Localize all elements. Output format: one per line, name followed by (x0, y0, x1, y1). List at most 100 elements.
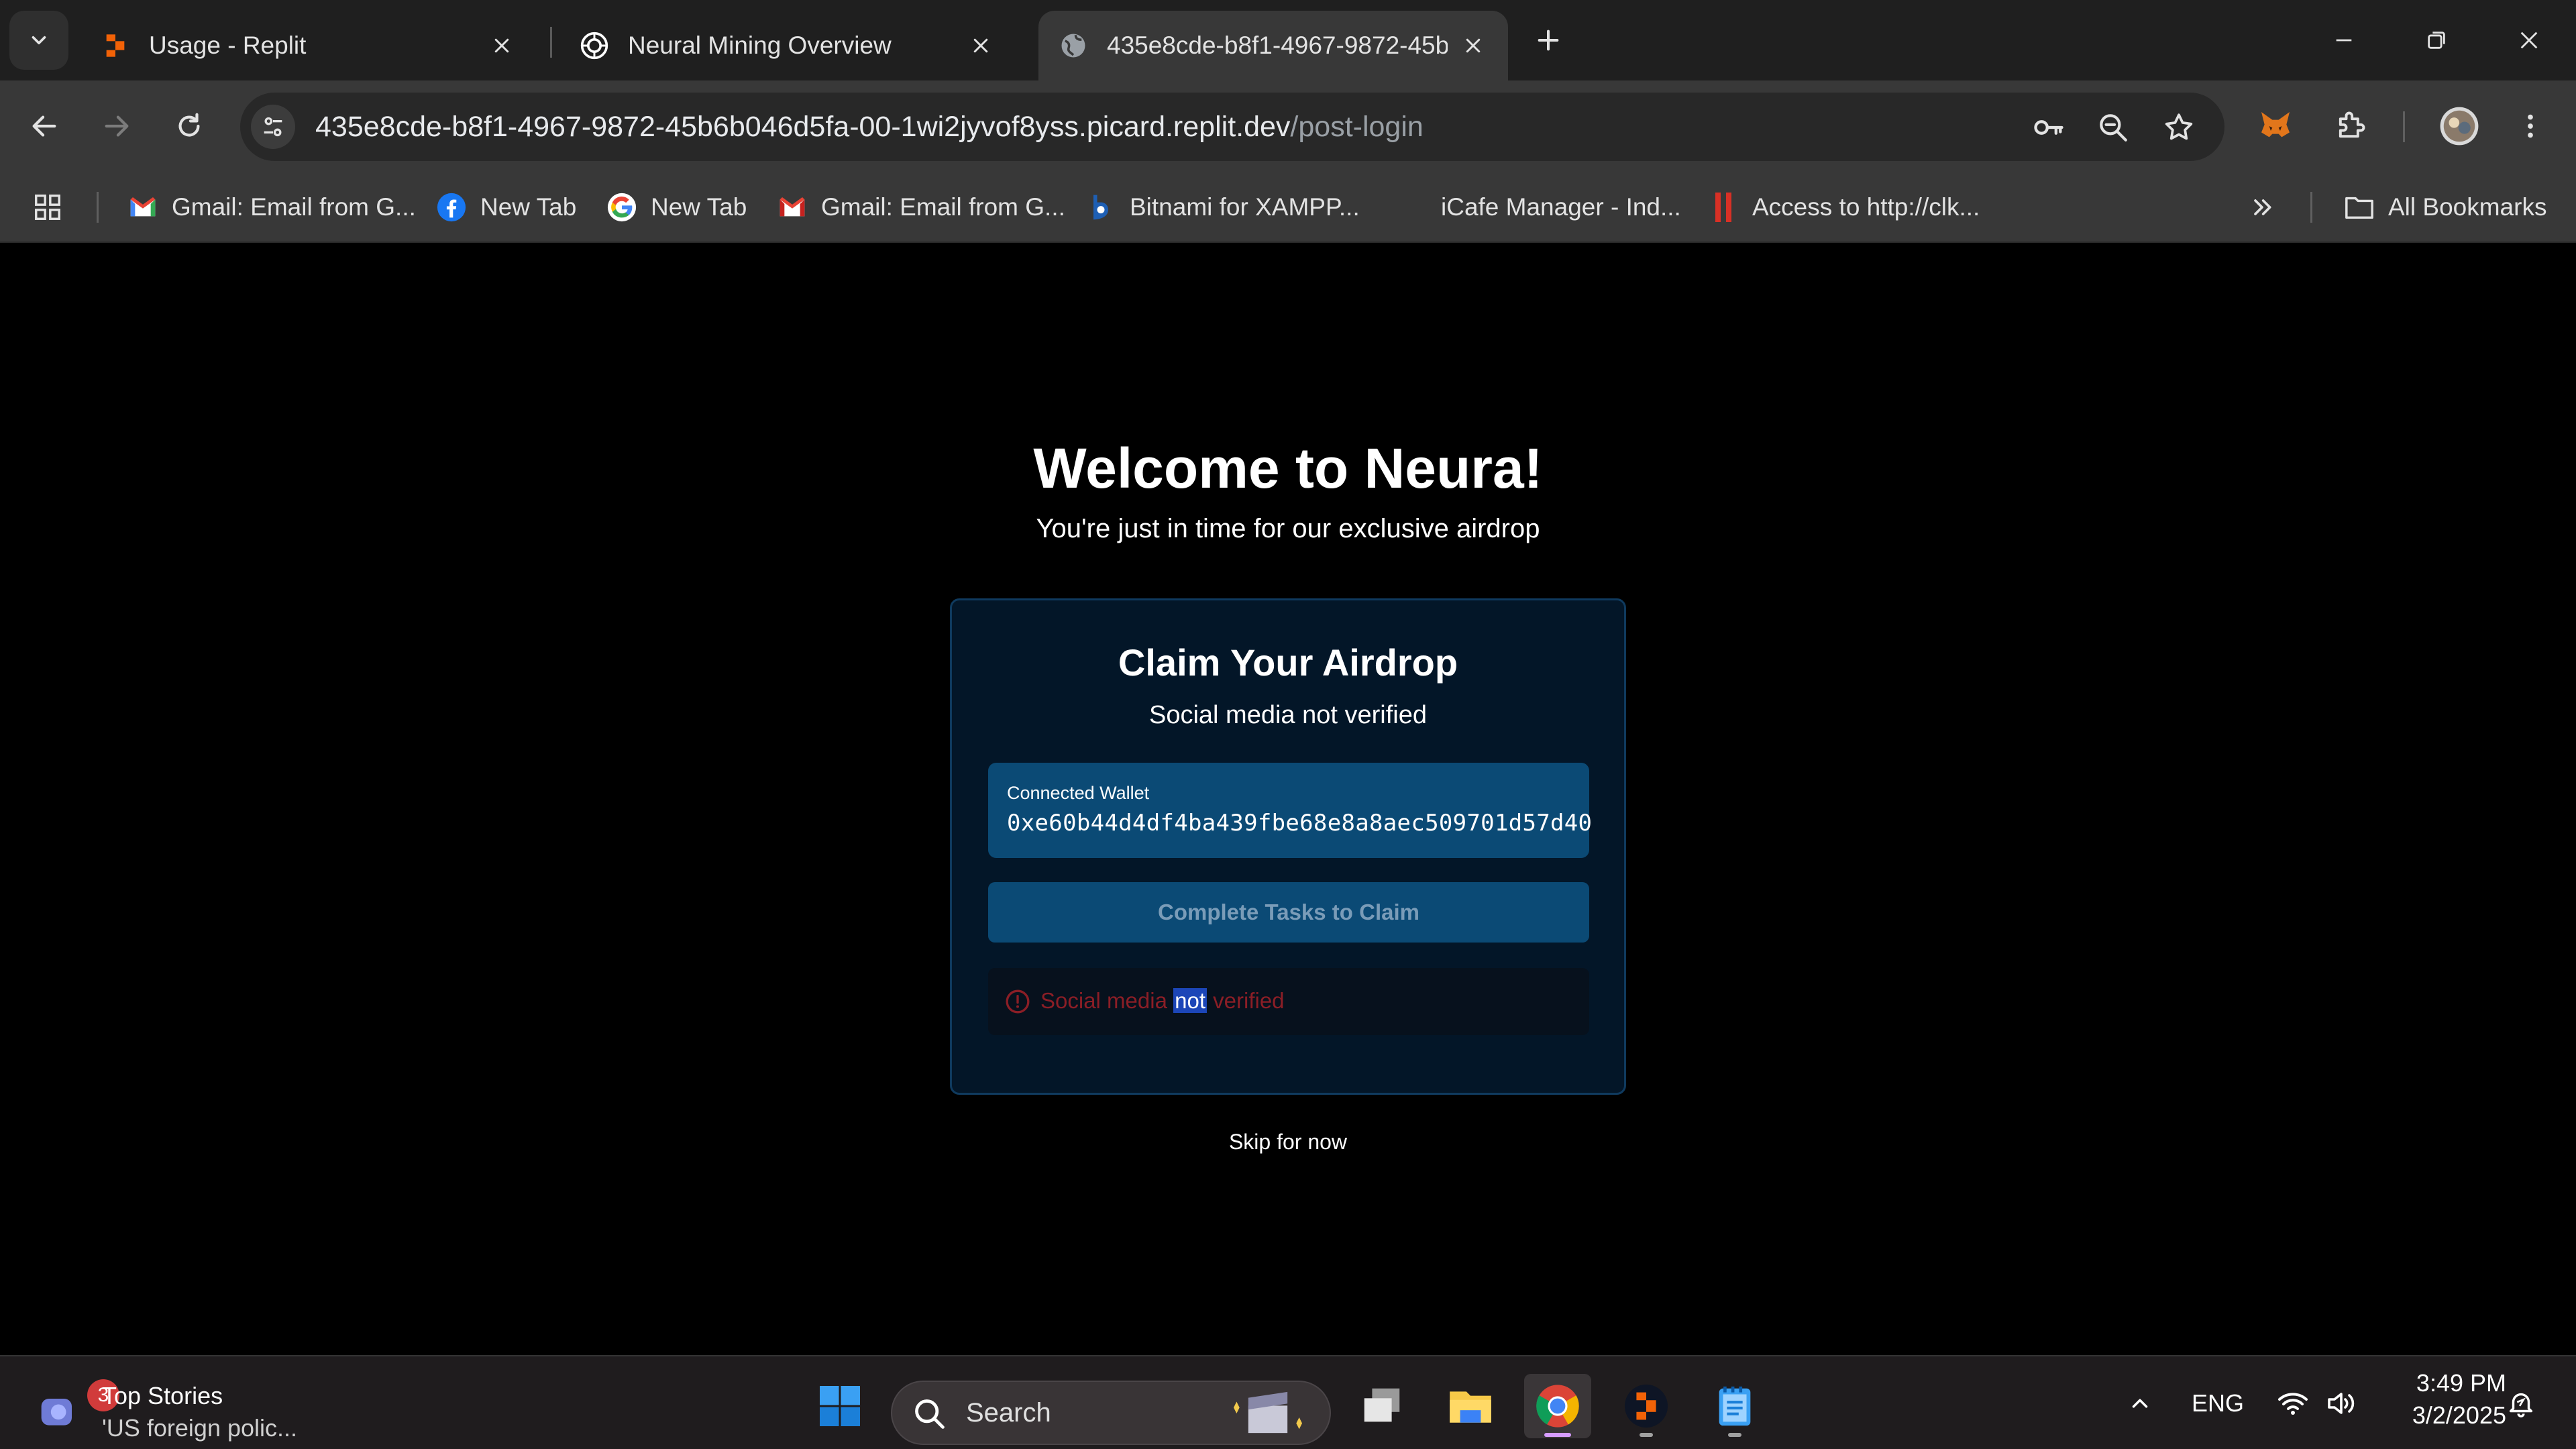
metamask-fox-icon (2261, 112, 2290, 138)
new-tab-button[interactable] (1528, 20, 1568, 60)
restore-button[interactable] (2415, 19, 2458, 62)
system-clock[interactable]: 3:49 PM 3/2/2025 (2372, 1367, 2506, 1432)
bookmark-icafe-manager[interactable]: iCafe Manager - Ind... (1397, 188, 1681, 227)
browser-toolbar: 435e8cde-b8f1-4967-9872-45b6b046d5fa-00-… (0, 80, 2576, 172)
task-view-icon (1364, 1388, 1400, 1422)
error-text-before: Social media (1040, 988, 1174, 1013)
tune-icon (264, 117, 282, 137)
browser-tab-strip: Usage - Replit Neural Mining Overview 43… (0, 0, 2576, 80)
folder-icon (1450, 1391, 1491, 1423)
browser-menu-button[interactable] (2508, 103, 2553, 149)
bookmark-label: New Tab (480, 193, 577, 221)
all-bookmarks-button[interactable]: All Bookmarks (2344, 188, 2546, 227)
close-tab-icon[interactable] (487, 31, 517, 60)
bookmarks-bar: Gmail: Email from G... New Tab New Tab G… (0, 172, 2576, 243)
google-icon (606, 192, 637, 223)
clapperboard-icon (1233, 1391, 1303, 1434)
bookmark-gmail-2[interactable]: Gmail: Email from G... (777, 188, 1065, 227)
close-tab-icon[interactable] (966, 31, 996, 60)
password-key-button[interactable] (2030, 109, 2068, 146)
plus-icon (1538, 30, 1559, 51)
back-button[interactable] (21, 103, 67, 149)
chevron-up-icon (2132, 1399, 2148, 1408)
search-icon (915, 1399, 945, 1429)
bookmark-bitnami[interactable]: Bitnami for XAMPP... (1085, 188, 1360, 227)
running-indicator (1640, 1433, 1653, 1437)
forward-button[interactable] (94, 103, 140, 149)
extensions-button[interactable] (2328, 103, 2373, 149)
connected-wallet-box: Connected Wallet 0xe60b44d4df4ba439fbe68… (988, 763, 1592, 858)
address-bar[interactable]: 435e8cde-b8f1-4967-9872-45b6b046d5fa-00-… (240, 93, 2224, 161)
bookmark-gmail-1[interactable]: Gmail: Email from G... (127, 188, 416, 227)
tab-search-button[interactable] (9, 11, 68, 70)
tab-separator (550, 27, 552, 58)
bookmark-star-button[interactable] (2160, 109, 2198, 146)
replit-taskbar-button[interactable] (1613, 1374, 1680, 1438)
red-bars-icon (1708, 192, 1739, 223)
key-icon (2034, 120, 2063, 135)
zoom-out-icon (2100, 114, 2127, 142)
error-message-box: Social media not verified (988, 968, 1589, 1035)
chrome-taskbar-button[interactable] (1524, 1374, 1591, 1438)
show-hidden-icons-button[interactable] (2120, 1377, 2160, 1430)
arrow-left-icon (32, 115, 56, 137)
clock-time: 3:49 PM (2416, 1369, 2506, 1397)
url-host: 435e8cde-b8f1-4967-9872-45b6b046d5fa-00-… (315, 111, 1291, 143)
welcome-subtitle: You're just in time for our exclusive ai… (1036, 514, 1540, 543)
input-language-indicator[interactable]: ENG (2184, 1377, 2251, 1430)
alert-circle-icon (1006, 989, 1030, 1014)
skip-for-now-link[interactable]: Skip for now (1229, 1130, 1347, 1154)
wifi-status[interactable] (2273, 1377, 2313, 1430)
zoom-button[interactable] (2094, 109, 2132, 146)
metamask-extension-button[interactable] (2253, 103, 2298, 149)
tab-title: Neural Mining Overview (628, 32, 892, 59)
tab-usage-replit[interactable]: Usage - Replit (80, 11, 537, 80)
bookmarks-separator (97, 192, 99, 223)
restore-icon (2428, 32, 2445, 49)
close-window-button[interactable] (2508, 19, 2551, 62)
reload-button[interactable] (166, 103, 212, 149)
site-settings-button[interactable] (251, 105, 295, 149)
notepad-icon (1719, 1386, 1751, 1426)
complete-tasks-button[interactable]: Complete Tasks to Claim (988, 882, 1589, 943)
verification-status: Social media not verified (1149, 701, 1427, 729)
double-chevron-right-icon (2254, 199, 2271, 215)
task-view-button[interactable] (1348, 1374, 1415, 1438)
tab-title: Usage - Replit (149, 32, 307, 59)
folder-icon (2344, 192, 2375, 223)
close-tab-icon[interactable] (1458, 31, 1488, 60)
running-indicator (1544, 1433, 1571, 1437)
notepad-taskbar-button[interactable] (1701, 1374, 1768, 1438)
url-text[interactable]: 435e8cde-b8f1-4967-9872-45b6b046d5fa-00-… (315, 93, 1424, 161)
skip-container: Skip for now (0, 1130, 2576, 1155)
bookmarks-overflow-button[interactable] (2249, 188, 2275, 227)
wallet-label: Connected Wallet (1007, 783, 1150, 803)
volume-status[interactable] (2321, 1377, 2361, 1430)
puzzle-icon (2339, 111, 2365, 138)
profile-button[interactable] (2436, 103, 2482, 149)
toolbar-separator (2403, 111, 2405, 142)
bookmark-access-clk[interactable]: Access to http://clk... (1708, 188, 1980, 227)
apps-button[interactable] (32, 188, 63, 227)
file-explorer-button[interactable] (1437, 1374, 1504, 1438)
notification-bell-icon (2509, 1393, 2533, 1417)
start-button[interactable] (806, 1374, 873, 1438)
welcome-heading: Welcome to Neura! (1033, 437, 1543, 500)
news-widget[interactable]: 3 Top Stories 'US foreign polic... (27, 1371, 362, 1442)
bookmark-new-tab-facebook[interactable]: New Tab (436, 188, 576, 227)
widget-title: Top Stories (102, 1382, 223, 1409)
taskbar-search[interactable]: Search (891, 1381, 1331, 1445)
minimize-icon (2336, 39, 2352, 42)
url-path: /post-login (1290, 111, 1424, 143)
tab-active-post-login[interactable]: 435e8cde-b8f1-4967-9872-45b6b046d5fa-00-… (1038, 11, 1508, 80)
notification-center-button[interactable] (2501, 1377, 2541, 1430)
bookmark-label: Bitnami for XAMPP... (1130, 193, 1360, 221)
windows-taskbar: 3 Top Stories 'US foreign polic... Searc… (0, 1355, 2576, 1449)
tab-title: 435e8cde-b8f1-4967-9872-45b6b046d5fa-00-… (1107, 32, 1448, 59)
tab-neural-mining[interactable]: Neural Mining Overview (559, 11, 1016, 80)
widgets-icon (41, 1399, 72, 1426)
wifi-icon (2278, 1393, 2308, 1415)
bookmark-new-tab-google[interactable]: New Tab (606, 188, 747, 227)
minimize-button[interactable] (2322, 19, 2365, 62)
claim-card-title: Claim Your Airdrop (1118, 641, 1458, 684)
